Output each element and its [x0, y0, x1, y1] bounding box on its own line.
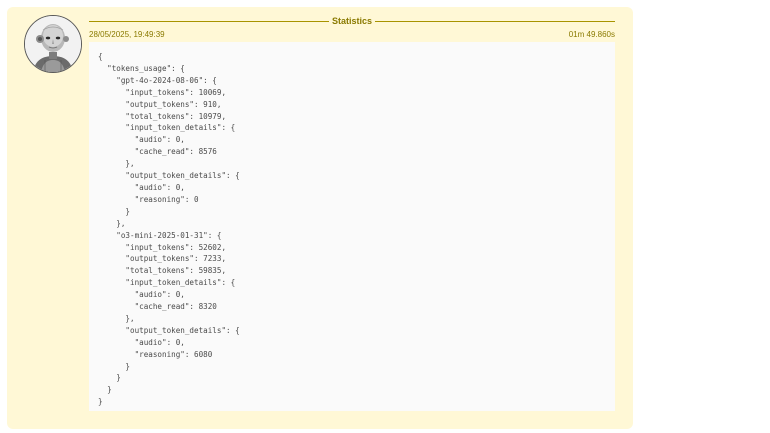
json-line: }	[98, 385, 112, 395]
json-line: "input_tokens": 10069,	[98, 87, 227, 97]
json-line: "output_token_details": {	[98, 171, 240, 181]
json-line: },	[98, 218, 126, 228]
json-line: "total_tokens": 10979,	[98, 111, 227, 121]
json-line: "total_tokens": 59835,	[98, 266, 227, 276]
json-line: "cache_read": 8320	[98, 302, 217, 312]
duration: 01m 49.860s	[568, 30, 615, 39]
robot-avatar-icon	[24, 15, 82, 73]
json-line: "cache_read": 8576	[98, 147, 217, 157]
json-code-block: { "tokens_usage": { "gpt-4o-2024-08-06":…	[89, 42, 615, 408]
json-line: "gpt-4o-2024-08-06": {	[98, 75, 217, 85]
json-line: "o3-mini-2025-01-31": {	[98, 230, 222, 240]
json-line: "audio": 0,	[98, 135, 185, 145]
json-line: "audio": 0,	[98, 290, 185, 300]
json-line: "tokens_usage": {	[98, 63, 185, 73]
title-rule: Statistics	[89, 15, 615, 28]
json-line: },	[98, 313, 135, 323]
title-divider-right	[375, 21, 615, 22]
json-line: "audio": 0,	[98, 182, 185, 192]
timestamp: 28/05/2025, 19:49:39	[89, 30, 165, 39]
json-line: "audio": 0,	[98, 337, 185, 347]
json-line: "output_tokens": 910,	[98, 99, 222, 109]
json-output-panel: { "tokens_usage": { "gpt-4o-2024-08-06":…	[89, 42, 615, 411]
json-line: {	[98, 52, 103, 61]
json-line: "output_token_details": {	[98, 325, 240, 335]
json-line: "input_token_details": {	[98, 123, 236, 133]
json-line: "reasoning": 6080	[98, 349, 213, 359]
statistics-card: Statistics 28/05/2025, 19:49:39 01m 49.8…	[7, 7, 633, 429]
json-line: }	[98, 206, 131, 216]
json-line: }	[98, 373, 121, 383]
json-line: "output_tokens": 7233,	[98, 254, 227, 264]
json-line: },	[98, 159, 135, 169]
json-line: "input_tokens": 52602,	[98, 242, 227, 252]
json-line: }	[98, 361, 131, 371]
json-line: "reasoning": 0	[98, 194, 199, 204]
json-line: "input_token_details": {	[98, 278, 236, 288]
json-line: }	[98, 397, 103, 407]
